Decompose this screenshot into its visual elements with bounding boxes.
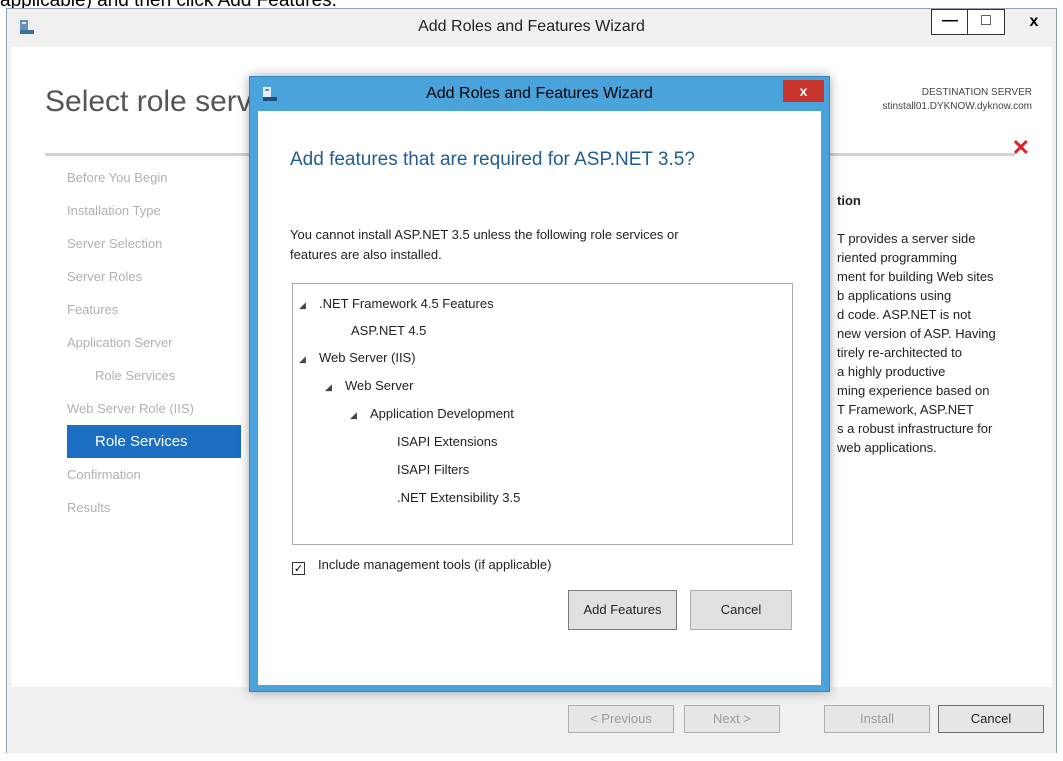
- step-results[interactable]: Results: [11, 491, 241, 524]
- expand-triangle-icon[interactable]: ◢: [299, 295, 309, 315]
- expand-triangle-icon[interactable]: ◢: [350, 405, 360, 425]
- destination-server-name: stinstall01.DYKNOW.dyknow.com: [882, 101, 1033, 112]
- window-title: Add Roles and Features Wizard: [418, 18, 645, 35]
- step-confirmation[interactable]: Confirmation: [11, 458, 241, 491]
- step-app-role-services[interactable]: Role Services: [11, 359, 241, 392]
- expand-triangle-icon[interactable]: ◢: [299, 349, 309, 369]
- tree-item[interactable]: .NET Extensibility 3.5: [397, 488, 520, 508]
- description-title: tion: [837, 193, 861, 208]
- step-application-server[interactable]: Application Server: [11, 326, 241, 359]
- tree-item-label: Web Server: [345, 378, 414, 393]
- step-server-roles[interactable]: Server Roles: [11, 260, 241, 293]
- dialog-heading: Add features that are required for ASP.N…: [290, 149, 695, 170]
- tree-item[interactable]: ◢ .NET Framework 4.5 Features: [299, 294, 494, 314]
- minimize-button[interactable]: —: [931, 9, 968, 35]
- wizard-titlebar: Add Roles and Features Wizard — □ x: [7, 9, 1056, 47]
- step-web-server-role[interactable]: Web Server Role (IIS): [11, 392, 241, 425]
- step-server-selection[interactable]: Server Selection: [11, 227, 241, 260]
- error-close-icon[interactable]: ✕: [1012, 135, 1030, 161]
- tree-item[interactable]: ISAPI Filters: [397, 460, 469, 480]
- step-before-you-begin[interactable]: Before You Begin: [11, 161, 241, 194]
- tree-item-label: .NET Framework 4.5 Features: [319, 296, 494, 311]
- dialog-cancel-button[interactable]: Cancel: [690, 590, 792, 630]
- tree-item-label: ISAPI Extensions: [397, 434, 498, 449]
- tree-item[interactable]: ◢ Web Server (IIS): [299, 348, 416, 368]
- required-features-dialog: Add Roles and Features Wizard x Add feat…: [249, 76, 830, 692]
- tree-item[interactable]: ASP.NET 4.5: [351, 321, 426, 341]
- step-web-role-services[interactable]: Role Services: [67, 425, 241, 458]
- add-features-button[interactable]: Add Features: [568, 590, 677, 630]
- dialog-titlebar: Add Roles and Features Wizard x: [250, 77, 829, 111]
- dialog-content: Add features that are required for ASP.N…: [258, 111, 821, 685]
- destination-server-label: DESTINATION SERVER: [921, 87, 1032, 98]
- expand-triangle-icon[interactable]: ◢: [325, 377, 335, 397]
- tree-item[interactable]: ◢ Web Server: [325, 376, 413, 396]
- dialog-message: You cannot install ASP.NET 3.5 unless th…: [290, 227, 679, 262]
- tree-item[interactable]: ISAPI Extensions: [397, 432, 497, 452]
- required-features-tree: ◢ .NET Framework 4.5 Features ASP.NET 4.5…: [292, 283, 793, 545]
- description-text: T provides a server side riented program…: [837, 231, 996, 455]
- next-button[interactable]: Next >: [684, 705, 780, 733]
- tree-item-label: .NET Extensibility 3.5: [397, 490, 521, 505]
- install-button[interactable]: Install: [824, 705, 930, 733]
- dialog-close-button[interactable]: x: [783, 80, 824, 102]
- window-close-button[interactable]: x: [1019, 12, 1049, 34]
- wizard-cancel-button[interactable]: Cancel: [938, 705, 1044, 733]
- maximize-button[interactable]: □: [967, 9, 1005, 35]
- tree-item-label: Application Development: [370, 406, 514, 421]
- tree-item-label: Web Server (IIS): [319, 350, 416, 365]
- step-features[interactable]: Features: [11, 293, 241, 326]
- include-management-tools-label[interactable]: Include management tools (if applicable): [318, 557, 551, 572]
- wizard-steps-nav: Before You Begin Installation Type Serve…: [11, 161, 241, 524]
- previous-button[interactable]: < Previous: [568, 705, 674, 733]
- dialog-title: Add Roles and Features Wizard: [426, 85, 653, 102]
- include-management-tools-checkbox[interactable]: ✓: [292, 562, 305, 575]
- tree-item-label: ASP.NET 4.5: [351, 323, 427, 338]
- step-installation-type[interactable]: Installation Type: [11, 194, 241, 227]
- tree-item-label: ISAPI Filters: [397, 462, 470, 477]
- tree-item[interactable]: ◢ Application Development: [350, 404, 514, 424]
